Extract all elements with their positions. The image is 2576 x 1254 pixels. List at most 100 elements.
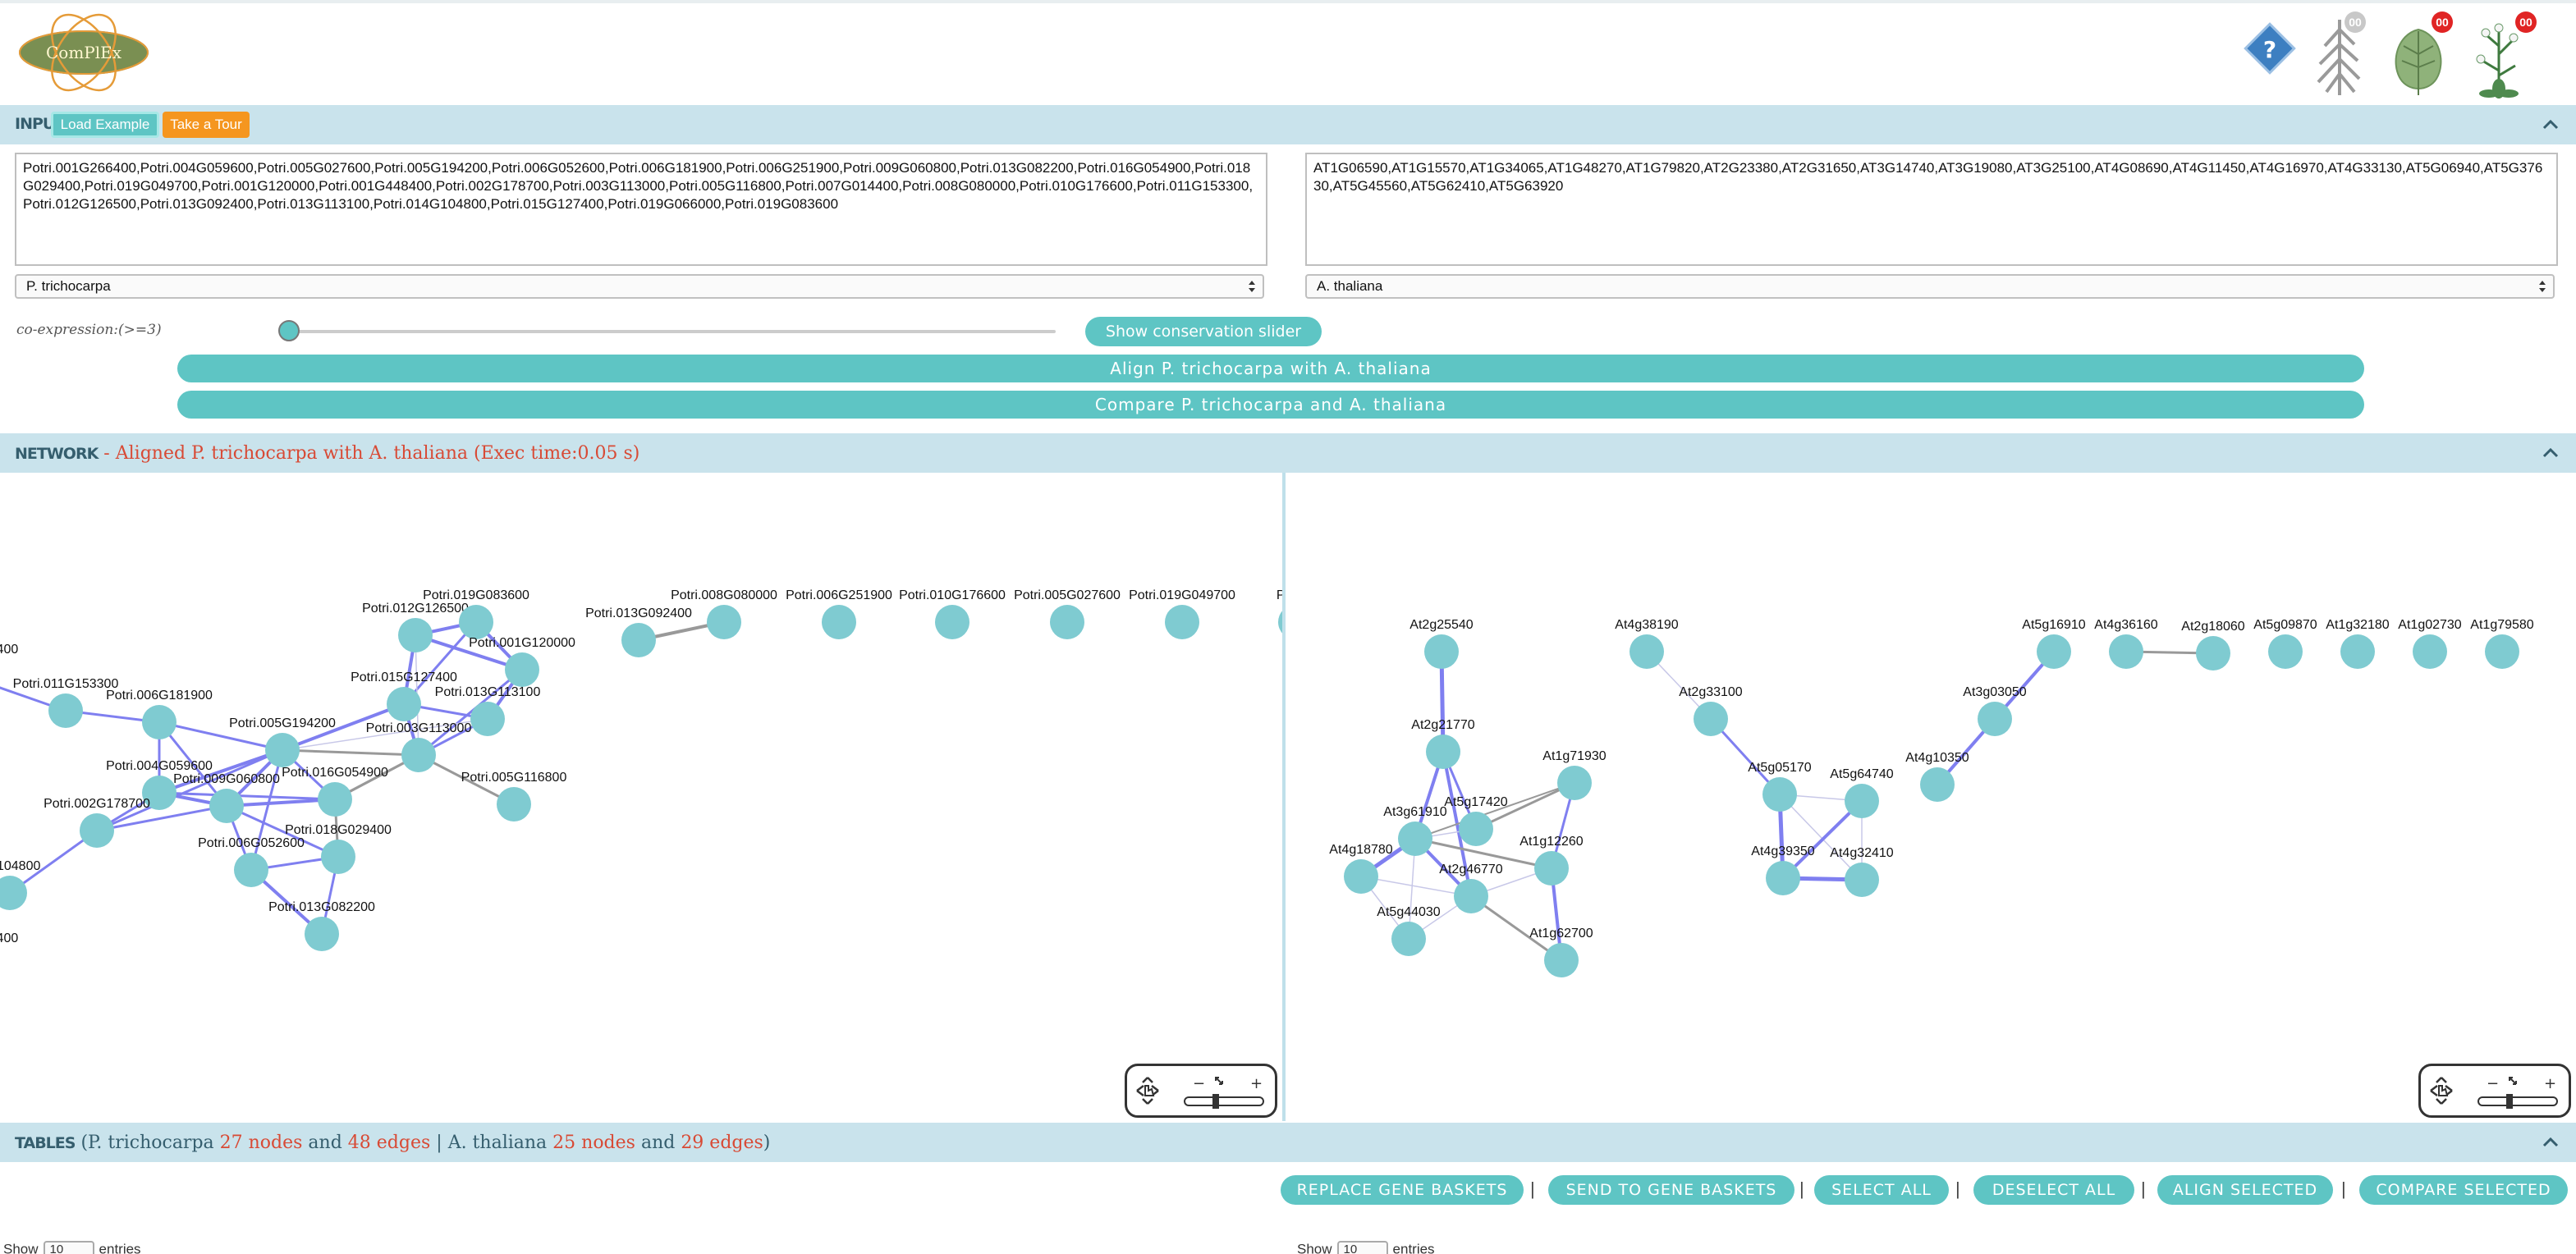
network-node[interactable]: Potri.010G176600 xyxy=(899,588,1006,639)
node-circle[interactable] xyxy=(398,618,433,652)
node-circle[interactable] xyxy=(2196,636,2230,670)
right-species-select[interactable]: A. thaliana xyxy=(1305,274,2555,299)
network-node[interactable]: At3g03050 xyxy=(1963,685,2027,736)
node-circle[interactable] xyxy=(2109,634,2143,669)
node-circle[interactable] xyxy=(1920,767,1955,802)
network-node[interactable]: At2g33100 xyxy=(1679,685,1743,736)
zoom-slider[interactable] xyxy=(2477,1096,2558,1106)
network-node[interactable]: Potri.013G082200 xyxy=(268,900,375,951)
network-node[interactable]: At5g17420 xyxy=(1444,795,1508,846)
fit-icon[interactable] xyxy=(1215,1077,1223,1085)
node-circle[interactable] xyxy=(387,687,421,721)
node-circle[interactable] xyxy=(470,702,505,736)
node-circle[interactable] xyxy=(305,917,339,951)
network-node[interactable]: At4g36160 xyxy=(2094,618,2158,669)
left-gene-textarea[interactable]: Potri.001G266400,Potri.004G059600,Potri.… xyxy=(15,153,1267,266)
zoom-out-icon[interactable]: − xyxy=(2487,1075,2499,1092)
network-node[interactable]: At5g44030 xyxy=(1377,905,1441,956)
node-circle[interactable] xyxy=(1391,922,1426,956)
network-edge[interactable] xyxy=(250,749,284,871)
collapse-network-icon[interactable] xyxy=(2542,447,2560,459)
network-node[interactable]: At4g10350 xyxy=(1905,751,1969,802)
right-entries-select[interactable]: 10 xyxy=(1336,1241,1388,1254)
node-circle[interactable] xyxy=(2268,634,2303,669)
pan-icon[interactable] xyxy=(1136,1077,1159,1105)
node-circle[interactable] xyxy=(1694,702,1728,736)
network-node[interactable]: Potri.011G153300 xyxy=(13,677,119,728)
node-circle[interactable] xyxy=(707,605,741,639)
network-node[interactable]: At2g18060 xyxy=(2181,620,2245,670)
network-node[interactable]: At2g21770 xyxy=(1411,718,1475,769)
node-circle[interactable] xyxy=(1454,879,1488,913)
network-node[interactable]: Potri.005G116800 xyxy=(461,771,567,822)
left-zoom-controls[interactable]: − + xyxy=(1125,1064,1277,1118)
send-to-gene-baskets-button[interactable]: SEND TO GENE BASKETS xyxy=(1548,1175,1794,1205)
collapse-input-icon[interactable] xyxy=(2542,119,2560,130)
node-circle[interactable] xyxy=(1544,943,1579,977)
collapse-tables-icon[interactable] xyxy=(2542,1137,2560,1148)
deselect-all-button[interactable]: DESELECT ALL xyxy=(1973,1175,2134,1205)
node-circle[interactable] xyxy=(1762,777,1797,812)
node-circle[interactable] xyxy=(1459,812,1493,846)
left-entries-select[interactable]: 10 xyxy=(43,1241,94,1254)
node-circle[interactable] xyxy=(1344,859,1378,894)
zoom-in-icon[interactable]: + xyxy=(2544,1075,2556,1092)
complex-logo[interactable]: ComPlEx xyxy=(15,7,153,98)
right-gene-textarea[interactable]: AT1G06590,AT1G15570,AT1G34065,AT1G48270,… xyxy=(1305,153,2558,266)
tables-section-bar[interactable]: TABLES (P. trichocarpa 27 nodes and 48 e… xyxy=(0,1123,2576,1162)
node-circle[interactable] xyxy=(401,738,436,772)
network-node[interactable]: Potri.006G251900 xyxy=(786,588,892,639)
network-node[interactable]: Potri.005G027600 xyxy=(1014,588,1121,639)
node-circle[interactable] xyxy=(621,623,656,657)
network-node[interactable]: 4G104800 xyxy=(0,859,40,910)
zoom-slider[interactable] xyxy=(1184,1096,1264,1106)
network-node[interactable]: At5g64740 xyxy=(1830,767,1894,818)
node-circle[interactable] xyxy=(1398,822,1432,856)
network-node[interactable]: Potri.006G052600 xyxy=(198,836,305,887)
left-network-graph[interactable]: 48400 Potri.011G153300Potri.006G181900 Pot… xyxy=(0,473,1282,1121)
align-button[interactable]: Align P. trichocarpa with A. thaliana xyxy=(177,355,2364,382)
input-section-bar[interactable]: INPUT xyxy=(0,105,2576,144)
zoom-slider-handle[interactable] xyxy=(1212,1094,1219,1109)
node-circle[interactable] xyxy=(822,605,856,639)
node-circle[interactable] xyxy=(1845,863,1879,897)
node-circle[interactable] xyxy=(1845,784,1879,818)
node-circle[interactable] xyxy=(1766,861,1800,895)
node-circle[interactable] xyxy=(321,840,355,874)
network-node[interactable]: At1g12260 xyxy=(1519,835,1584,886)
node-circle[interactable] xyxy=(505,652,539,687)
network-node[interactable]: At5g16910 xyxy=(2022,618,2086,669)
node-circle[interactable] xyxy=(1165,605,1199,639)
network-node[interactable]: Potri.003G113000 xyxy=(366,721,472,772)
node-circle[interactable] xyxy=(1978,702,2012,736)
zoom-slider-handle[interactable] xyxy=(2506,1094,2513,1109)
node-circle[interactable] xyxy=(935,605,969,639)
network-node[interactable]: At1g62700 xyxy=(1529,927,1593,977)
network-node[interactable]: At5g05170 xyxy=(1748,761,1812,812)
node-circle[interactable] xyxy=(1426,735,1460,769)
network-node[interactable]: 14400 xyxy=(0,931,18,982)
right-network-graph[interactable]: At2g25540 At4g38190 At5g16910 At4g36160 At2g… xyxy=(1286,473,2576,1121)
network-section-bar[interactable]: NETWORK - Aligned P. trichocarpa with A.… xyxy=(0,433,2576,473)
network-node[interactable]: At1g02730 xyxy=(2398,618,2462,669)
node-circle[interactable] xyxy=(48,693,83,728)
network-node[interactable]: At4g38190 xyxy=(1615,618,1679,669)
node-circle[interactable] xyxy=(2340,634,2375,669)
network-node[interactable]: At4g32410 xyxy=(1830,846,1894,897)
node-circle[interactable] xyxy=(459,605,493,639)
node-circle[interactable] xyxy=(2413,634,2447,669)
node-circle[interactable] xyxy=(80,813,114,848)
node-circle[interactable] xyxy=(234,853,268,887)
network-node[interactable]: At5g09870 xyxy=(2253,618,2317,669)
load-example-button[interactable]: Load Example xyxy=(51,112,159,138)
help-icon[interactable]: ? xyxy=(2243,21,2297,76)
network-node[interactable]: At2g25540 xyxy=(1409,618,1474,669)
replace-gene-baskets-button[interactable]: REPLACE GENE BASKETS xyxy=(1281,1175,1524,1205)
select-all-button[interactable]: SELECT ALL xyxy=(1814,1175,1949,1205)
network-edge[interactable] xyxy=(282,748,419,757)
node-circle[interactable] xyxy=(1557,766,1592,800)
network-node[interactable]: At4g18780 xyxy=(1329,843,1393,894)
node-circle[interactable] xyxy=(1050,605,1084,639)
network-node[interactable]: Potri.016G054900 xyxy=(282,766,388,817)
node-circle[interactable] xyxy=(0,876,27,910)
